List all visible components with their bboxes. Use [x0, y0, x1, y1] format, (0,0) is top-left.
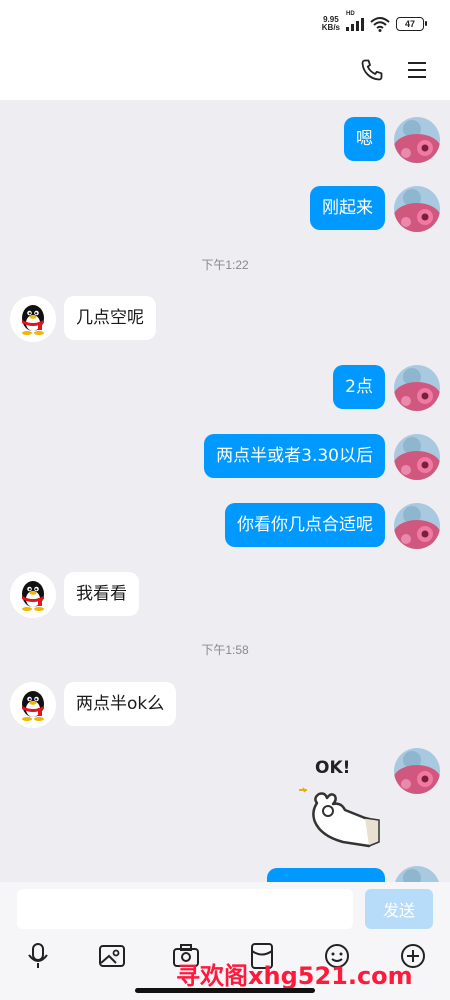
timestamp: 下午1:22 [201, 258, 249, 272]
my-avatar[interactable] [394, 748, 440, 794]
watermark-text: 寻欢阁xhg521.com [176, 962, 413, 990]
penguin-avatar-icon [10, 682, 56, 728]
microphone-icon[interactable] [22, 940, 54, 972]
contact-avatar[interactable] [10, 572, 56, 618]
home-indicator[interactable] [135, 988, 315, 993]
timestamp: 下午1:58 [201, 643, 249, 657]
ok-hand-icon [299, 787, 380, 848]
message-row: 两点半或者3.30以后 [204, 434, 440, 480]
image-icon[interactable] [96, 940, 128, 972]
message-row [267, 866, 440, 882]
flower-avatar-icon [394, 365, 440, 411]
my-avatar[interactable] [394, 866, 440, 882]
my-avatar[interactable] [394, 117, 440, 163]
my-message-bubble[interactable]: 两点半或者3.30以后 [204, 434, 385, 478]
message-row: 几点空呢 [10, 296, 156, 342]
contact-avatar[interactable] [10, 296, 56, 342]
menu-icon[interactable] [406, 60, 428, 80]
penguin-avatar-icon [10, 572, 56, 618]
my-avatar[interactable] [394, 503, 440, 549]
contact-message-bubble[interactable]: 两点半ok么 [64, 682, 177, 726]
contact-message-bubble[interactable]: 我看看 [64, 572, 139, 616]
flower-avatar-icon [394, 186, 440, 232]
my-avatar[interactable] [394, 365, 440, 411]
network-speed: 9.95 KB/s [322, 16, 340, 32]
wifi-icon [370, 17, 390, 32]
contact-avatar[interactable] [10, 682, 56, 728]
message-row: 嗯 [344, 117, 440, 163]
flower-avatar-icon [394, 434, 440, 480]
message-row: 2点 [333, 365, 440, 411]
top-bar: 9.95 KB/s HD 47 [0, 0, 450, 100]
signal-icon: HD [346, 11, 364, 31]
penguin-avatar-icon [10, 296, 56, 342]
ok-sticker[interactable]: OK! [295, 748, 385, 848]
my-message-bubble[interactable]: 2点 [333, 365, 385, 409]
message-input[interactable] [17, 889, 353, 929]
status-bar: 9.95 KB/s HD 47 [322, 11, 427, 34]
flower-avatar-icon [394, 117, 440, 163]
contact-message-bubble[interactable]: 几点空呢 [64, 296, 156, 340]
my-avatar[interactable] [394, 186, 440, 232]
battery-indicator: 47 [396, 17, 427, 31]
flower-avatar-icon [394, 748, 440, 794]
my-message-bubble[interactable]: 刚起来 [310, 186, 385, 230]
my-avatar[interactable] [394, 434, 440, 480]
message-row: 两点半ok么 [10, 682, 177, 728]
message-row: 我看看 [10, 572, 139, 618]
my-message-bubble[interactable]: 嗯 [344, 117, 385, 161]
hd-label: HD [346, 11, 355, 17]
flower-avatar-icon [394, 503, 440, 549]
message-row: OK! [295, 748, 440, 848]
my-message-bubble-partial[interactable] [267, 868, 385, 882]
message-row: 你看你几点合适呢 [225, 503, 440, 549]
phone-icon[interactable] [360, 58, 384, 82]
speed-unit: KB/s [321, 23, 340, 32]
send-button[interactable]: 发送 [365, 889, 433, 929]
flower-avatar-icon [394, 866, 440, 882]
my-message-bubble[interactable]: 你看你几点合适呢 [225, 503, 385, 547]
message-row: 刚起来 [310, 186, 440, 232]
chat-area[interactable]: 嗯 刚起来 下午1:22 几点空呢 2点 两点半或者3.30以后 你看你几点合适… [0, 100, 450, 882]
